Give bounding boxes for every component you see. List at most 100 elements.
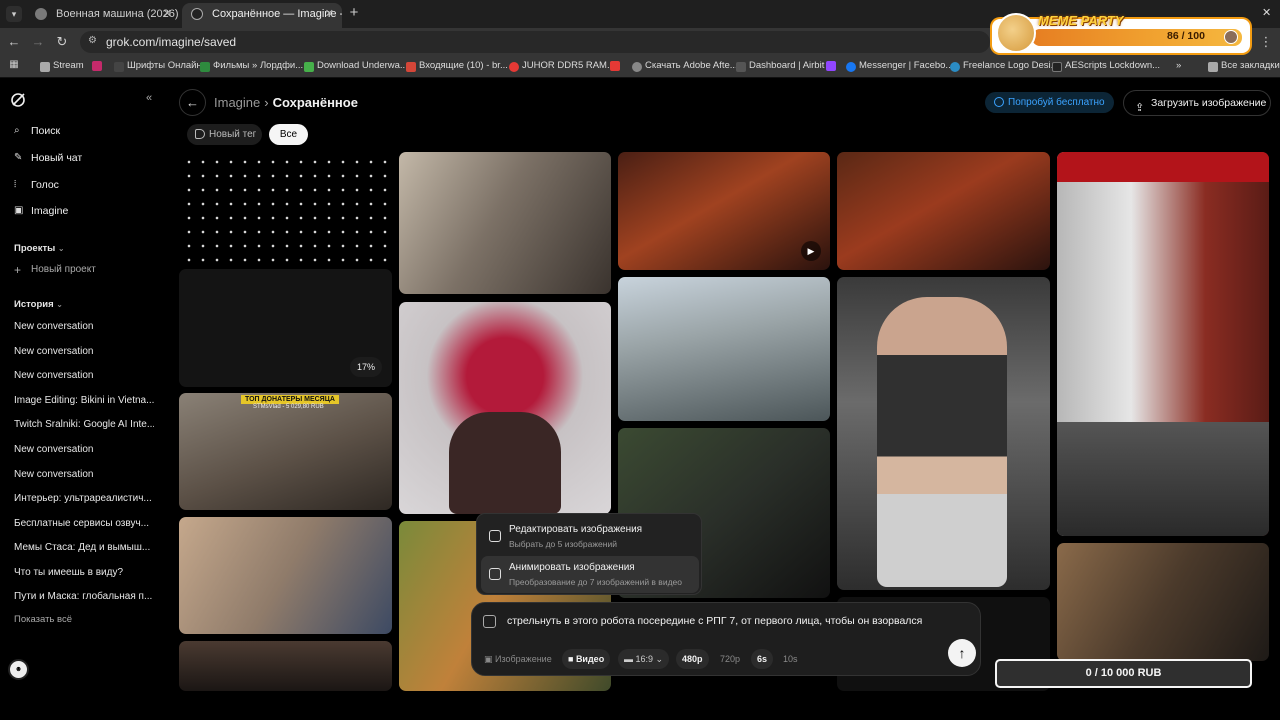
new-tab-icon[interactable]: + [346, 5, 362, 21]
image-tile[interactable] [618, 277, 830, 421]
loading-tile[interactable] [179, 152, 392, 262]
page-title: Сохранённое [272, 95, 358, 110]
bookmark[interactable]: Dashboard | Airbit [736, 60, 824, 74]
aspect-ratio-select[interactable]: ▬ 16:9 ⌄ [618, 649, 670, 669]
duration-6s-button[interactable]: 6s [751, 649, 774, 669]
tag-icon [195, 129, 205, 139]
upload-image-button[interactable]: ⇪ Загрузить изображение [1123, 90, 1271, 116]
play-icon[interactable]: ▶ [801, 241, 821, 261]
projects-heading[interactable]: Проекты ⌄ [14, 243, 65, 254]
history-item[interactable]: Что ты имеешь в виду? [14, 567, 154, 578]
prompt-input[interactable]: стрельнуть в этого робота посередине с Р… [507, 615, 922, 627]
history-item[interactable]: New conversation [14, 321, 154, 332]
close-window-icon[interactable]: ✕ [1262, 6, 1271, 19]
try-free-button[interactable]: Попробуй бесплатно [985, 92, 1114, 113]
send-button[interactable]: ↑ [948, 639, 976, 667]
mode-image-button[interactable]: ▣ Изображение [478, 649, 558, 669]
bookmark[interactable]: JUHOR DDR5 RAM... [509, 60, 615, 74]
back-icon[interactable]: ← [6, 34, 22, 49]
history-item[interactable]: Бесплатные сервисы озвуч... [14, 518, 154, 529]
sidebar: « ⌕ Поиск ✎ Новый чат ⦙ Голос ▣ Imagine Прое… [0, 78, 170, 720]
image-tile[interactable] [179, 641, 392, 691]
new-project-button[interactable]: + Новый проект [14, 263, 96, 277]
generating-tile[interactable]: 17% [179, 269, 392, 387]
resolution-480-button[interactable]: 480p [676, 649, 709, 669]
animate-images-item[interactable]: Анимировать изображения Преобразование д… [481, 556, 699, 593]
grok-logo-icon[interactable] [10, 92, 26, 108]
screen: ▾ Военная машина (2026) ✕ Сохранённое — … [0, 0, 1280, 720]
bookmark[interactable]: Download Underwa... [304, 60, 408, 74]
reload-icon[interactable]: ↻ [54, 34, 70, 50]
bookmark-icon [304, 62, 314, 72]
bookmark[interactable] [610, 60, 620, 74]
bookmark-icon [200, 62, 210, 72]
apps-icon[interactable]: ▦ [6, 59, 22, 70]
close-icon[interactable]: ✕ [163, 3, 172, 25]
more-bookmarks[interactable]: » [1176, 60, 1181, 74]
duration-10s-button[interactable]: 10s [777, 649, 804, 669]
bookmark-icon [1052, 62, 1062, 72]
mode-video-button[interactable]: ■ Видео [562, 649, 611, 669]
history-item[interactable]: New conversation [14, 370, 154, 381]
browser-tab[interactable]: Военная машина (2026) ✕ [26, 3, 180, 28]
meme-party-widget: MEME PARTY 86 / 100 [992, 13, 1250, 53]
video-tile[interactable]: ▶ [618, 152, 830, 270]
history-item[interactable]: Мемы Стаса: Дед и вымыш... [14, 542, 154, 553]
new-tag-button[interactable]: Новый тег [187, 124, 262, 145]
history-item[interactable]: New conversation [14, 469, 154, 480]
avatar[interactable]: ☻ [8, 659, 29, 680]
history-item[interactable]: Twitch Sralniki: Google AI Inte... [14, 419, 154, 430]
browser-tab-active[interactable]: Сохранённое — Imagine - Gro ✕ [182, 3, 342, 28]
show-all-link[interactable]: Показать всё [14, 614, 72, 625]
nav-voice[interactable]: ⦙ Голос [14, 177, 59, 193]
bookmark[interactable]: Фильмы » Лордфи... [200, 60, 303, 74]
image-tile[interactable]: ТОП ДОНАТЕРЫ МЕСЯЦА STMsVlad - 5 029,80 … [179, 393, 392, 510]
history-item[interactable]: Пути и Маска: глобальная п... [14, 591, 154, 602]
image-tile[interactable] [399, 152, 611, 294]
nav-new-chat[interactable]: ✎ Новый чат [14, 150, 82, 166]
tab-title: Сохранённое — Imagine - Gro [212, 8, 342, 20]
site-info-icon[interactable]: ⚙ [88, 35, 102, 49]
history-item[interactable]: New conversation [14, 444, 154, 455]
bookmark[interactable]: Messenger | Facebo... [846, 60, 953, 74]
bookmark[interactable]: Входящие (10) - br... [406, 60, 508, 74]
all-bookmarks[interactable]: Все закладки [1208, 60, 1280, 74]
tab-search-icon[interactable]: ▾ [6, 6, 22, 22]
bookmark[interactable]: AEScripts Lockdown... [1052, 60, 1160, 74]
address-bar[interactable]: ⚙ grok.com/imagine/saved [80, 31, 990, 53]
bookmark[interactable]: Stream [40, 60, 84, 74]
image-floor [1057, 422, 1269, 536]
edit-images-item[interactable]: Редактировать изображения Выбрать до 5 и… [481, 518, 699, 555]
history-item[interactable]: Интерьер: ультрареалистич... [14, 493, 154, 504]
attach-image-icon[interactable] [483, 615, 496, 628]
history-heading[interactable]: История ⌄ [14, 299, 63, 310]
nav-search[interactable]: ⌕ Поиск [14, 123, 60, 139]
bookmark[interactable]: Freelance Logo Desi... [950, 60, 1059, 74]
batch-actions-menu: Редактировать изображения Выбрать до 5 и… [476, 513, 702, 595]
image-tile[interactable] [179, 517, 392, 634]
bookmark[interactable]: Скачать Adobe Afte... [632, 60, 738, 74]
breadcrumb-parent[interactable]: Imagine [214, 95, 260, 110]
filter-all-button[interactable]: Все [269, 124, 308, 145]
menu-icon[interactable]: ⋮ [1258, 34, 1274, 50]
history-item[interactable]: New conversation [14, 346, 154, 357]
bookmark[interactable] [826, 60, 836, 74]
forward-icon[interactable]: → [30, 34, 46, 49]
image-tile[interactable] [837, 152, 1050, 270]
image-figure [877, 297, 1007, 587]
nav-imagine[interactable]: ▣ Imagine [14, 203, 68, 219]
resolution-720-button[interactable]: 720p [714, 649, 746, 669]
collapse-sidebar-icon[interactable]: « [146, 92, 152, 104]
image-tile[interactable] [837, 277, 1050, 590]
history-item[interactable]: Image Editing: Bikini in Vietna... [14, 395, 154, 406]
bookmark-icon [114, 62, 124, 72]
donation-goal-box: 0 / 10 000 RUB [995, 659, 1252, 688]
bookmark[interactable]: Шрифты Онлайн [114, 60, 202, 74]
image-tile[interactable] [1057, 152, 1269, 536]
globe-icon [35, 8, 47, 20]
image-tile[interactable] [399, 302, 611, 514]
video-tile[interactable] [1057, 543, 1269, 661]
bookmark[interactable] [92, 60, 105, 74]
back-button[interactable]: ← [179, 89, 206, 116]
close-icon[interactable]: ✕ [325, 3, 334, 25]
